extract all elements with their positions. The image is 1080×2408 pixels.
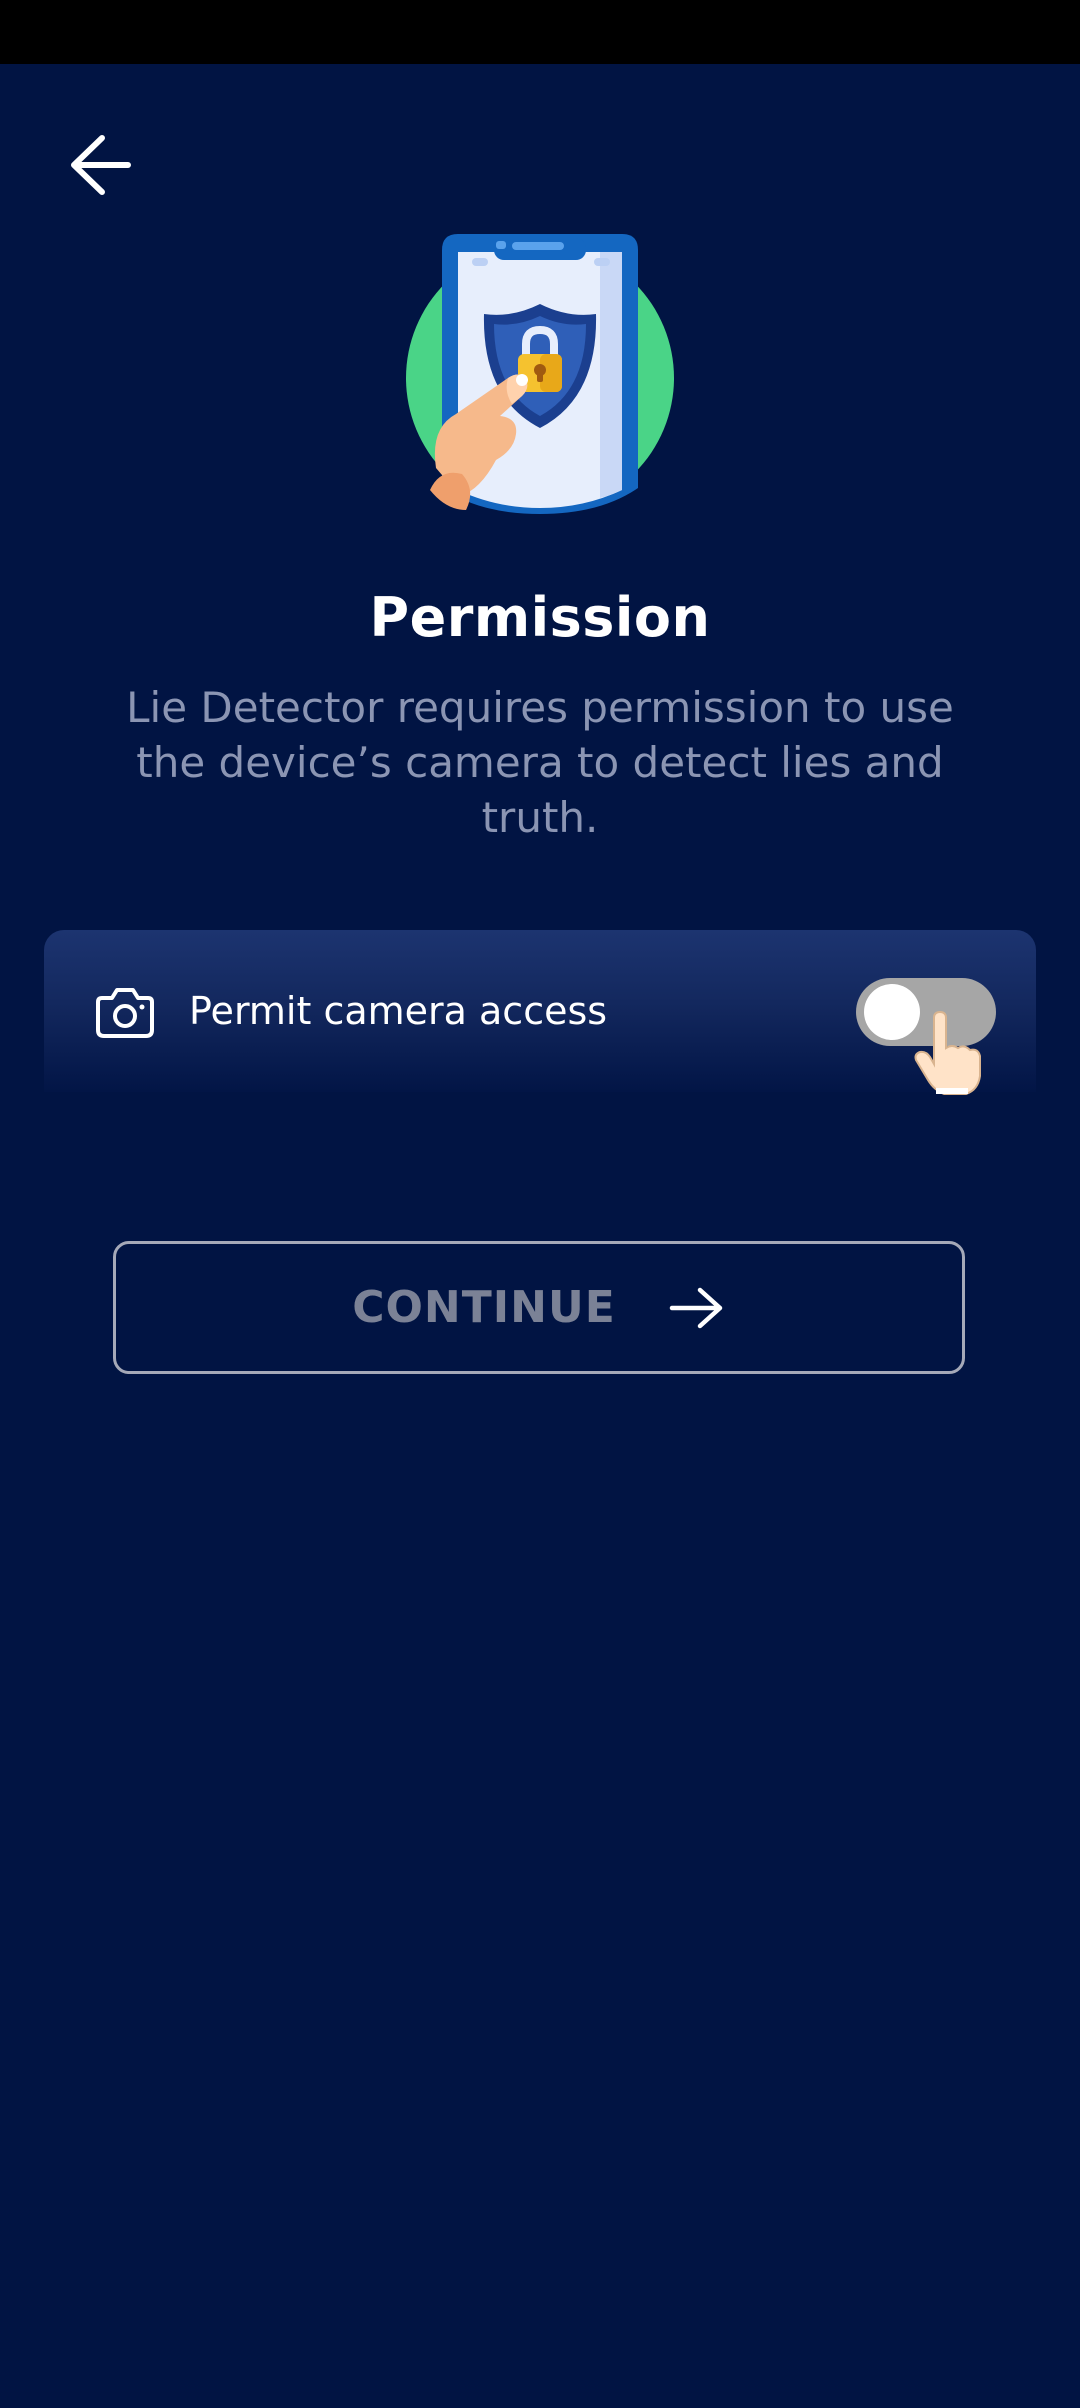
- arrow-right-icon: [669, 1287, 722, 1328]
- camera-permission-card: Permit camera access: [44, 930, 1036, 1095]
- camera-icon: [94, 982, 156, 1040]
- back-button[interactable]: [62, 130, 142, 200]
- camera-permission-label: Permit camera access: [189, 989, 608, 1033]
- continue-button[interactable]: CONTINUE: [113, 1241, 965, 1374]
- security-illustration: [400, 228, 680, 528]
- arrow-left-icon: [71, 135, 131, 195]
- permission-description: Lie Detector requires permission to use …: [126, 683, 954, 842]
- status-bar: [0, 0, 1080, 64]
- page-title: Permission: [369, 586, 711, 649]
- continue-label: CONTINUE: [352, 1282, 616, 1333]
- tap-hint-hand-icon: [912, 1010, 984, 1096]
